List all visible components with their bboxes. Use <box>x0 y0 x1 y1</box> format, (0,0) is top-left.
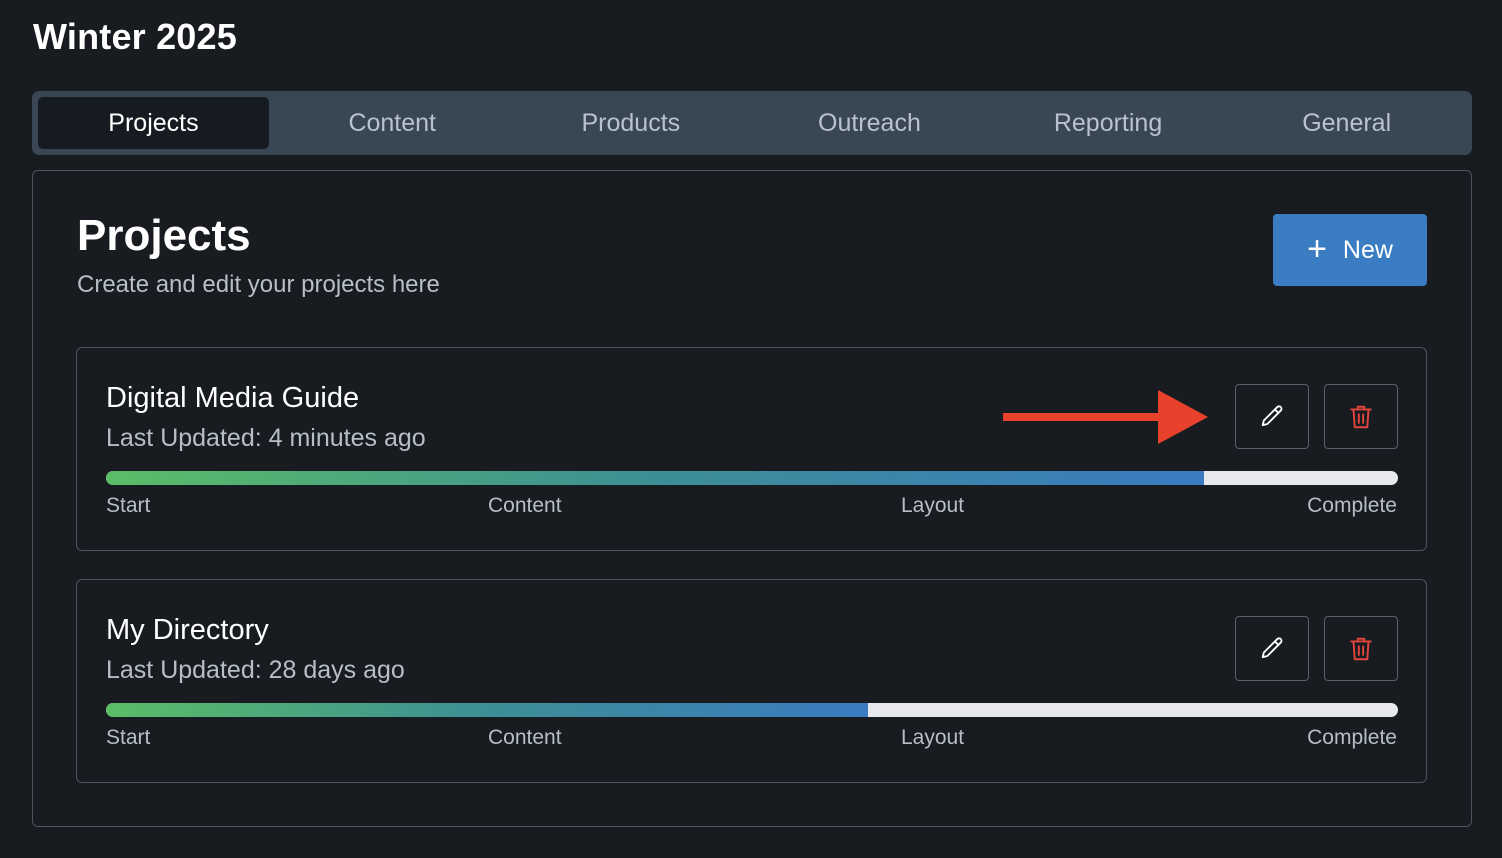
plus-icon: + <box>1307 229 1327 268</box>
project-name: Digital Media Guide <box>106 382 360 414</box>
progress-fill <box>106 703 869 717</box>
tab-products[interactable]: Products <box>512 97 751 149</box>
pencil-icon <box>1261 405 1283 426</box>
last-updated: Last Updated: 4 minutes ago <box>106 424 426 452</box>
stage-layout-label: Layout <box>901 726 965 749</box>
delete-button[interactable] <box>1324 384 1398 449</box>
trash-icon <box>1350 405 1372 428</box>
progress-fill <box>106 471 1205 485</box>
stage-content-label: Content <box>488 494 562 517</box>
page-title: Winter 2025 <box>33 16 237 57</box>
new-button-label: New <box>1342 235 1393 264</box>
last-updated: Last Updated: 28 days ago <box>106 656 405 684</box>
trash-icon <box>1350 637 1372 660</box>
new-project-button[interactable]: + New <box>1273 214 1427 286</box>
tab-general[interactable]: General <box>1227 97 1466 149</box>
project-card: My Directory Last Updated: 28 days ago S… <box>76 579 1427 783</box>
stage-complete-label: Complete <box>1307 726 1397 749</box>
tab-reporting[interactable]: Reporting <box>989 97 1228 149</box>
stage-start-label: Start <box>106 494 151 517</box>
progress-bar <box>106 471 1398 485</box>
edit-button[interactable] <box>1235 384 1309 449</box>
stage-complete-label: Complete <box>1307 494 1397 517</box>
tab-projects[interactable]: Projects <box>38 97 269 149</box>
delete-button[interactable] <box>1324 616 1398 681</box>
projects-panel: Projects Create and edit your projects h… <box>32 170 1472 827</box>
tab-bar: Projects Content Products Outreach Repor… <box>32 91 1472 155</box>
tab-content[interactable]: Content <box>273 97 512 149</box>
progress-bar <box>106 703 1398 717</box>
project-name: My Directory <box>106 614 269 646</box>
tab-outreach[interactable]: Outreach <box>750 97 989 149</box>
panel-subtitle: Create and edit your projects here <box>77 271 440 298</box>
stage-start-label: Start <box>106 726 151 749</box>
edit-button[interactable] <box>1235 616 1309 681</box>
panel-title: Projects <box>77 211 251 260</box>
pencil-icon <box>1261 637 1283 658</box>
project-card: Digital Media Guide Last Updated: 4 minu… <box>76 347 1427 551</box>
arrow-right-icon <box>1003 390 1208 444</box>
stage-content-label: Content <box>488 726 562 749</box>
stage-layout-label: Layout <box>901 494 965 517</box>
